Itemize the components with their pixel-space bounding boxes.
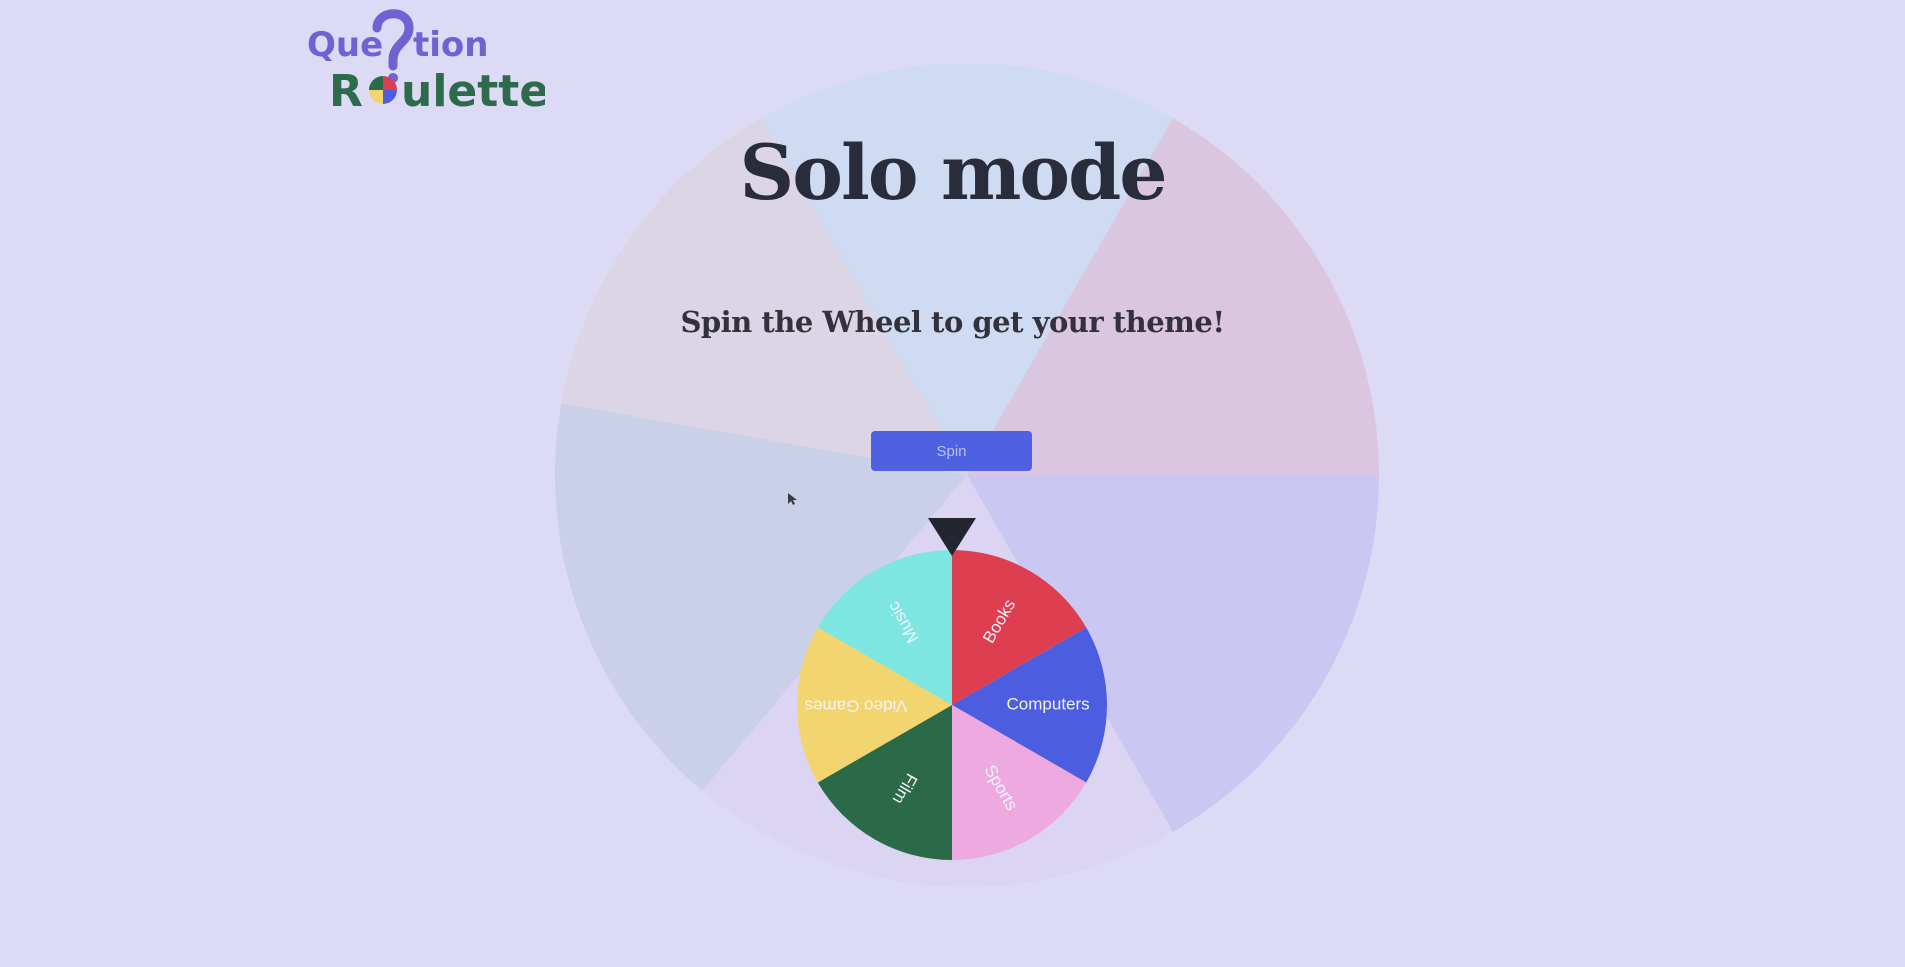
spin-button[interactable]: Spin bbox=[871, 431, 1032, 471]
app-logo[interactable]: Que tion R ulette bbox=[305, 4, 545, 114]
logo-text-r: R bbox=[329, 66, 363, 114]
wheel-segment-label: Video Games bbox=[805, 697, 908, 716]
logo-text-que: Que bbox=[307, 25, 383, 65]
wheel-segment-label: Computers bbox=[1007, 694, 1090, 713]
page-subtitle: Spin the Wheel to get your theme! bbox=[680, 305, 1225, 339]
logo-text-ulette: ulette bbox=[401, 66, 545, 114]
page-stage: Que tion R ulette Solo mode Spin the Whe… bbox=[0, 0, 1905, 967]
page-title: Solo mode bbox=[739, 128, 1167, 217]
logo-text-tion: tion bbox=[413, 25, 488, 65]
mouse-cursor-icon bbox=[788, 493, 797, 505]
logo-mini-wheel-icon bbox=[369, 76, 397, 104]
